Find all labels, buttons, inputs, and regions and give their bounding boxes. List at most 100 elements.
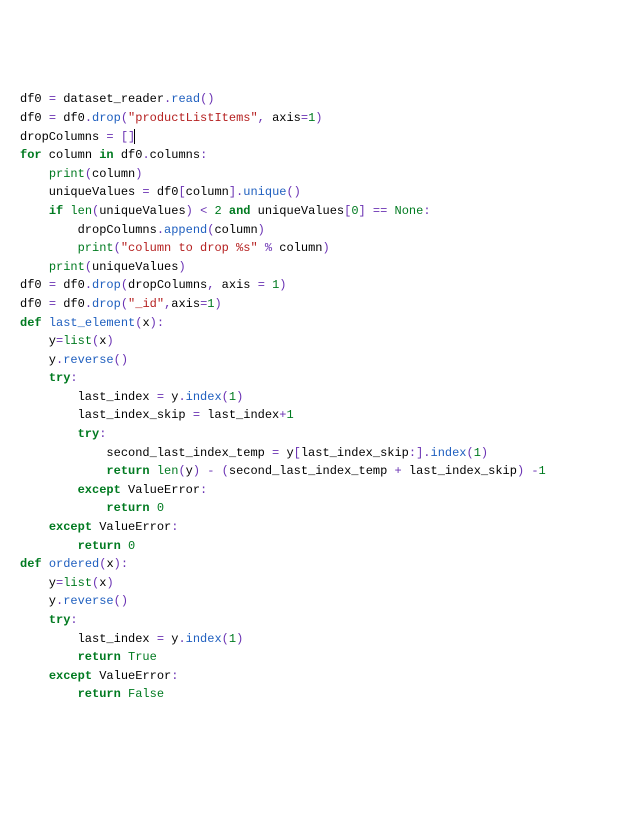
token-op: ):: [114, 557, 128, 571]
token-nm: [387, 204, 394, 218]
token-fn: index: [431, 446, 467, 460]
token-nm: [20, 260, 49, 274]
token-kw: return: [78, 650, 121, 664]
token-op: (: [121, 111, 128, 125]
token-fn: reverse: [63, 353, 113, 367]
token-op: :: [70, 613, 77, 627]
token-op: ): [322, 241, 329, 255]
token-op: ): [214, 297, 221, 311]
token-nm: second_last_index_temp: [20, 446, 272, 460]
token-op: (: [222, 632, 229, 646]
token-nm: [258, 241, 265, 255]
token-op: ): [106, 334, 113, 348]
token-nm: [42, 316, 49, 330]
token-op: .: [157, 223, 164, 237]
token-nm: columns: [150, 148, 200, 162]
token-op: =: [106, 130, 113, 144]
token-kw: and: [229, 204, 251, 218]
token-nm: column: [92, 167, 135, 181]
token-op: ,: [207, 278, 221, 292]
token-nm: [20, 371, 49, 385]
token-nm: [121, 687, 128, 701]
code-line: print(uniqueValues): [20, 258, 624, 277]
token-bi: list: [63, 576, 92, 590]
token-op: =: [142, 185, 149, 199]
token-op: =: [49, 297, 56, 311]
token-nm: df0: [56, 278, 85, 292]
token-op: ]: [359, 204, 373, 218]
token-op: .: [85, 297, 92, 311]
token-op: =: [157, 390, 164, 404]
token-nm: [121, 650, 128, 664]
token-op: :: [99, 427, 106, 441]
token-op: (: [121, 278, 128, 292]
token-op: .: [85, 111, 92, 125]
token-str: "column to drop %s": [121, 241, 258, 255]
token-nm: df0: [150, 185, 179, 199]
token-nm: [121, 539, 128, 553]
token-op: -: [531, 464, 538, 478]
token-nm: [214, 464, 221, 478]
token-nm: df0: [56, 111, 85, 125]
token-op: =: [49, 92, 56, 106]
token-nm: column: [272, 241, 322, 255]
token-nm: last_index: [20, 390, 157, 404]
token-nm: last_index: [200, 408, 279, 422]
code-line: df0 = df0.drop(dropColumns, axis = 1): [20, 276, 624, 295]
token-op: (): [114, 353, 128, 367]
token-kw: return: [78, 687, 121, 701]
token-op: :: [70, 371, 77, 385]
token-nm: x: [142, 316, 149, 330]
token-nm: [20, 687, 78, 701]
token-nm: uniqueValues: [92, 260, 178, 274]
token-op: (: [178, 464, 185, 478]
token-nm: [114, 130, 121, 144]
token-nm: [20, 483, 78, 497]
token-fn: drop: [92, 111, 121, 125]
token-op: :].: [409, 446, 431, 460]
token-nm: y: [164, 390, 178, 404]
token-op: (: [114, 241, 121, 255]
code-line: print("column to drop %s" % column): [20, 239, 624, 258]
token-nm: [20, 241, 78, 255]
token-nm: x: [106, 557, 113, 571]
token-nm: y: [279, 446, 293, 460]
token-bi: print: [49, 167, 85, 181]
code-line: except ValueError:: [20, 481, 624, 500]
token-nm: uniqueValues: [99, 204, 185, 218]
token-op: :: [200, 483, 207, 497]
token-nm: y: [186, 464, 193, 478]
token-op: [: [178, 185, 185, 199]
token-nm: df0: [20, 111, 49, 125]
token-nm: [20, 464, 106, 478]
token-nm: [20, 167, 49, 181]
token-op: [: [294, 446, 301, 460]
token-op: ): [517, 464, 531, 478]
token-nm: last_index_skip: [301, 446, 409, 460]
token-op: .: [85, 278, 92, 292]
token-op: =: [301, 111, 308, 125]
token-nm: [150, 464, 157, 478]
token-kw: try: [78, 427, 100, 441]
token-nm: dataset_reader: [56, 92, 164, 106]
token-nm: y: [20, 334, 56, 348]
code-line: print(column): [20, 165, 624, 184]
token-kw: def: [20, 557, 42, 571]
token-op: ].: [229, 185, 243, 199]
code-line: last_index = y.index(1): [20, 388, 624, 407]
token-op: ): [135, 167, 142, 181]
code-line: try:: [20, 425, 624, 444]
token-op: []: [121, 130, 135, 144]
token-op: ): [279, 278, 286, 292]
token-op: ): [193, 464, 207, 478]
token-op: ): [481, 446, 488, 460]
token-nm: column: [186, 185, 229, 199]
token-op: ): [315, 111, 322, 125]
token-bi: print: [78, 241, 114, 255]
token-op: :: [171, 669, 178, 683]
token-nm: df0: [56, 297, 85, 311]
code-line: return 0: [20, 537, 624, 556]
code-line: df0 = dataset_reader.read(): [20, 90, 624, 109]
token-nm: [20, 539, 78, 553]
code-block: df0 = dataset_reader.read()df0 = df0.dro…: [20, 90, 624, 704]
